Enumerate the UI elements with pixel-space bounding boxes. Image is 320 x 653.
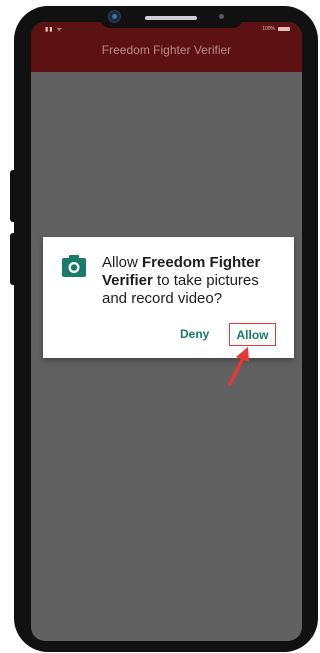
status-right: 100%	[262, 26, 290, 32]
app-title: Freedom Fighter Verifier	[101, 43, 232, 57]
battery-icon	[278, 27, 290, 31]
message-prefix: Allow	[102, 254, 143, 271]
deny-button[interactable]: Deny	[180, 327, 209, 341]
annotation-arrow-icon	[228, 347, 249, 386]
allow-button[interactable]: Allow	[229, 323, 276, 346]
app-bar: ▮▮ ᯤ 100% Freedom Fighter Verifier	[31, 22, 302, 72]
permission-message: Allow Freedom Fighter Verifier to take p…	[102, 254, 282, 308]
battery-text: 100%	[262, 26, 275, 32]
speaker-grille	[145, 16, 197, 20]
proximity-sensor	[219, 14, 224, 19]
front-camera-icon	[108, 10, 121, 23]
signal-wifi-icon: ▮▮ ᯤ	[45, 26, 63, 33]
permission-dialog: Allow Freedom Fighter Verifier to take p…	[43, 237, 294, 358]
camera-icon	[62, 255, 86, 277]
